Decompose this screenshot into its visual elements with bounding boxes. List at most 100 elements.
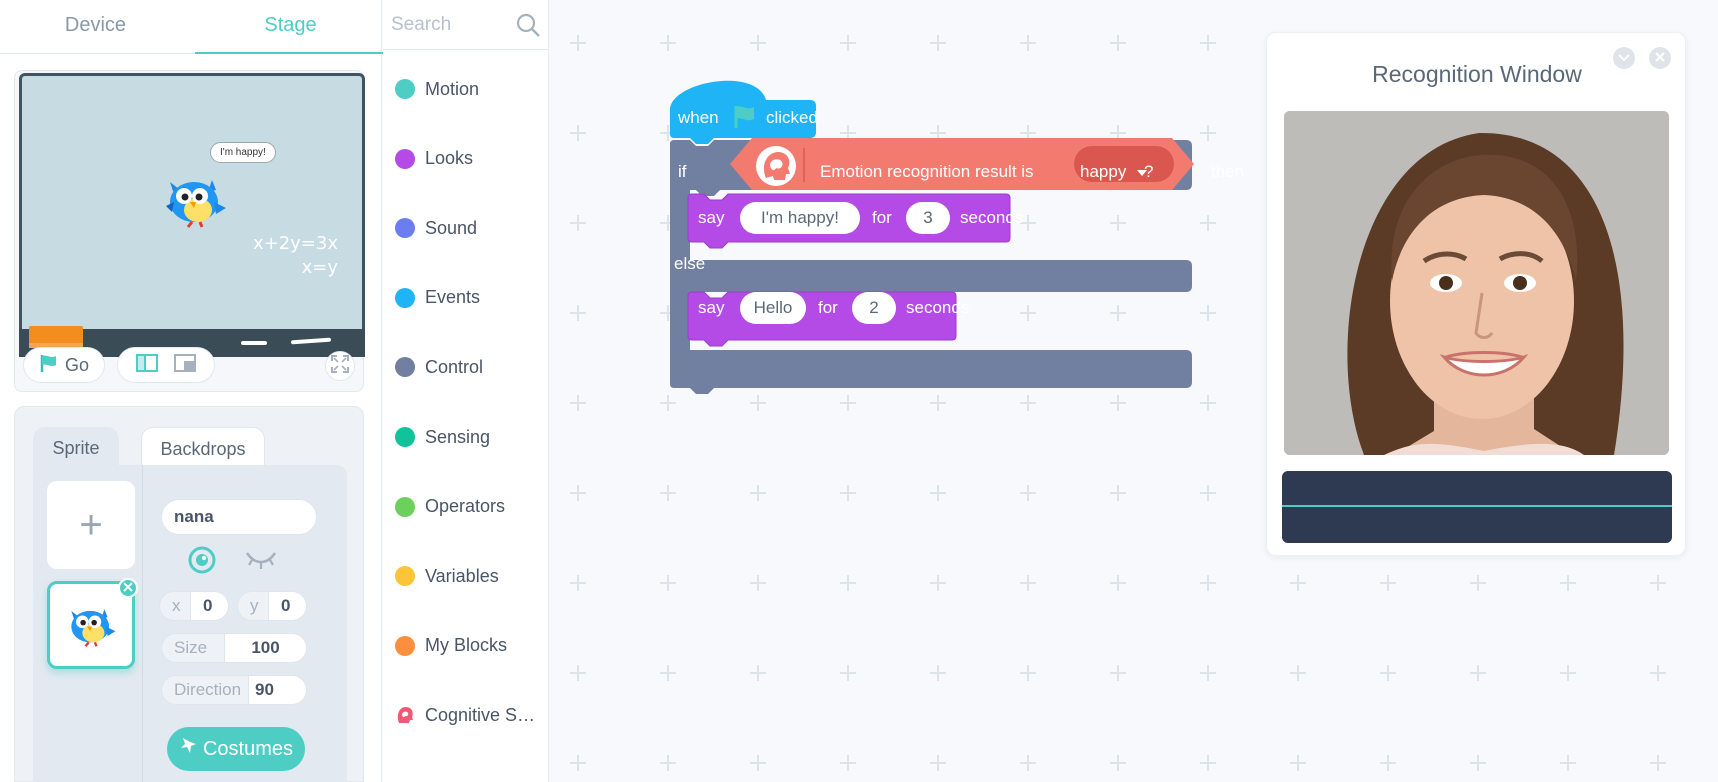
emotion-value: happy xyxy=(1080,162,1127,181)
say2-label: say xyxy=(698,298,725,317)
size-value[interactable]: 100 xyxy=(224,634,306,662)
tab-stage[interactable]: Stage xyxy=(195,0,386,54)
category-motion[interactable]: Motion xyxy=(383,69,549,109)
math-line-1: x+2y=3x xyxy=(252,233,338,254)
camera-feed xyxy=(1284,111,1669,455)
say2-seconds-label: seconds xyxy=(906,298,970,317)
say1-seconds-label: seconds xyxy=(960,208,1024,227)
category-color-dot xyxy=(395,357,415,378)
sprite-properties: nana x 0 y 0 Size 100 Direction 90 Costu… xyxy=(159,465,347,782)
go-label: Go xyxy=(64,354,89,375)
size-field[interactable]: Size 100 xyxy=(161,633,307,663)
costumes-label: Costumes xyxy=(202,737,294,760)
category-sensing[interactable]: Sensing xyxy=(383,417,549,457)
sprite-body: + nana x 0 y 0 Size 100 Direction 90 Cos… xyxy=(33,465,347,782)
sprite-name-field[interactable]: nana xyxy=(161,499,317,535)
category-looks[interactable]: Looks xyxy=(383,139,549,179)
close-button[interactable] xyxy=(1649,47,1671,69)
say1-seconds-input[interactable]: 3 xyxy=(906,202,950,234)
then-label: then xyxy=(1211,162,1245,181)
sprite-thumbnail[interactable] xyxy=(47,578,138,669)
y-label: y xyxy=(250,596,259,615)
left-panel: Device Stage I'm happy! x+2y=3x x=y Go S… xyxy=(0,0,386,782)
search-box xyxy=(383,0,549,50)
search-input[interactable] xyxy=(391,10,501,40)
green-flag-icon xyxy=(732,104,758,135)
category-label: Sound xyxy=(425,217,478,238)
category-label: My Blocks xyxy=(425,635,508,656)
delete-sprite-button[interactable] xyxy=(118,578,138,598)
category-color-dot xyxy=(395,496,415,517)
stage-panel: I'm happy! x+2y=3x x=y Go xyxy=(14,70,365,392)
y-field[interactable]: y 0 xyxy=(237,591,307,621)
question-mark: ? xyxy=(1144,162,1154,181)
green-flag-icon xyxy=(39,353,59,378)
tab-device[interactable]: Device xyxy=(0,0,191,54)
category-color-dot xyxy=(395,287,415,308)
search-icon[interactable] xyxy=(515,12,541,43)
scan-line xyxy=(1282,505,1672,507)
head-brain-icon xyxy=(395,705,415,725)
collapse-button[interactable] xyxy=(1613,47,1635,69)
sprite-list: + xyxy=(33,465,143,782)
say1-label: say xyxy=(698,208,725,227)
direction-value[interactable]: 90 xyxy=(248,676,306,704)
show-sprite-icon[interactable] xyxy=(187,545,217,580)
y-value[interactable]: 0 xyxy=(268,592,306,620)
small-stage-icon[interactable] xyxy=(136,353,158,377)
block-categories: Motion Looks Sound Events Control Sensing Oper… xyxy=(383,0,549,782)
costumes-button[interactable]: Costumes xyxy=(167,727,305,771)
x-value[interactable]: 0 xyxy=(190,592,228,620)
category-label: Motion xyxy=(425,78,480,99)
speech-bubble: I'm happy! xyxy=(210,142,276,163)
fullscreen-button[interactable] xyxy=(325,351,355,381)
category-variables[interactable]: Variables xyxy=(383,556,549,596)
fullscreen-icon xyxy=(330,354,350,379)
say2-text-input[interactable]: Hello xyxy=(740,292,806,324)
category-cognitive-s[interactable]: Cognitive S… xyxy=(383,695,549,735)
say1-text-input[interactable]: I'm happy! xyxy=(740,202,860,234)
category-color-dot xyxy=(395,427,415,447)
face-photo xyxy=(1284,111,1669,455)
stage-layout-toggle xyxy=(117,347,215,383)
say1-for-label: for xyxy=(872,208,892,227)
category-my-blocks[interactable]: My Blocks xyxy=(383,626,549,666)
category-color-dot xyxy=(395,218,415,239)
owl-sprite[interactable] xyxy=(162,172,228,233)
hat-when-label: when xyxy=(678,108,719,127)
category-label: Looks xyxy=(425,148,474,169)
emotion-dropdown[interactable]: happy xyxy=(1080,162,1148,182)
add-sprite-button[interactable]: + xyxy=(47,481,135,569)
category-label: Sensing xyxy=(425,426,491,447)
go-button[interactable]: Go xyxy=(23,347,105,383)
stage-canvas[interactable]: I'm happy! x+2y=3x x=y xyxy=(19,73,365,331)
category-color-dot xyxy=(395,148,415,169)
x-label: x xyxy=(172,596,181,615)
x-field[interactable]: x 0 xyxy=(159,591,229,621)
say2-for-label: for xyxy=(818,298,838,317)
brush-icon xyxy=(179,736,197,762)
direction-label: Direction xyxy=(174,680,242,699)
say2-seconds-input[interactable]: 2 xyxy=(852,292,896,324)
if-label: if xyxy=(678,162,687,181)
sprite-panel: Sprite Backdrops + nana x 0 y 0 Size 100… xyxy=(14,406,364,782)
stage-controls: Go xyxy=(23,343,363,387)
hide-sprite-icon[interactable] xyxy=(245,549,277,576)
chevron-down-icon xyxy=(1618,49,1630,67)
close-icon xyxy=(1655,49,1665,67)
category-label: Control xyxy=(425,356,484,377)
math-line-2: x=y xyxy=(301,257,338,278)
chalkboard-math: x+2y=3x x=y xyxy=(253,232,338,280)
close-icon xyxy=(123,579,133,597)
hat-clicked-label: clicked xyxy=(766,108,818,127)
large-stage-icon[interactable] xyxy=(174,353,196,377)
direction-field[interactable]: Direction 90 xyxy=(161,675,307,705)
category-control[interactable]: Control xyxy=(383,347,549,387)
size-label: Size xyxy=(174,638,208,657)
recognition-result-bar xyxy=(1282,471,1672,543)
category-events[interactable]: Events xyxy=(383,278,549,318)
category-color-dot xyxy=(395,566,415,587)
category-sound[interactable]: Sound xyxy=(383,208,549,248)
category-operators[interactable]: Operators xyxy=(383,487,549,527)
category-label: Cognitive S… xyxy=(425,704,536,725)
